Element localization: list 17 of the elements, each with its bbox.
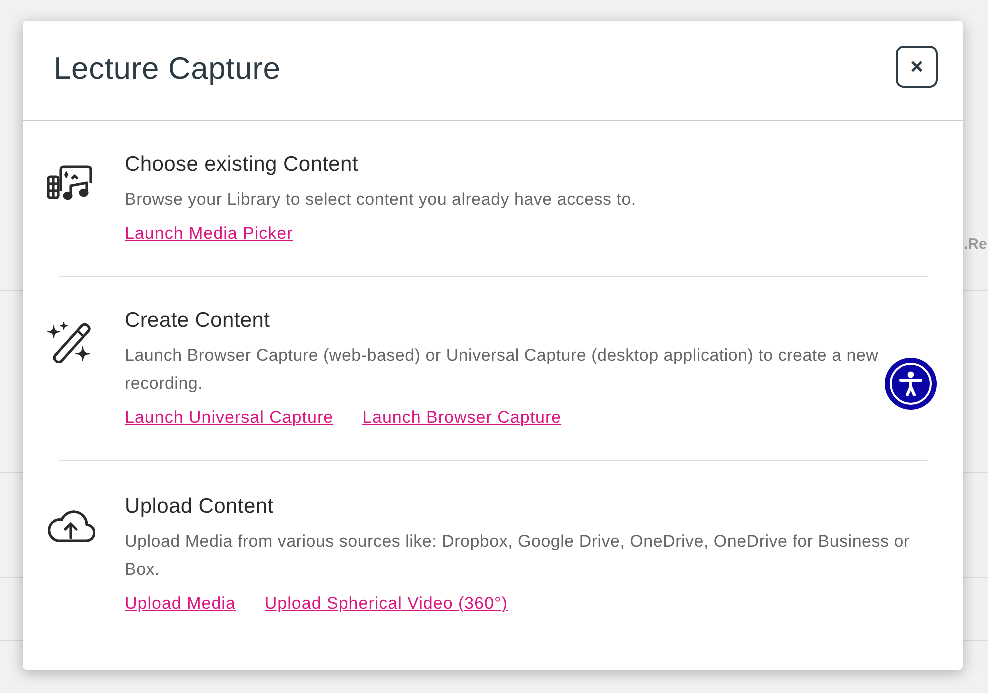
dialog-title: Lecture Capture xyxy=(54,50,281,86)
section-description: Launch Browser Capture (web-based) or Universal Capture (desktop application) to create a new recording. xyxy=(125,346,879,393)
section-link[interactable]: Launch Universal Capture xyxy=(125,404,334,432)
magic-wand-icon xyxy=(47,321,93,363)
section-title: Upload Content xyxy=(125,495,275,519)
background-text: .Re xyxy=(964,236,988,253)
section-title: Create Content xyxy=(125,309,272,333)
section-description: Upload Media from various sources like: Dropbox, Google Drive, OneDrive, OneDrive for Business or Box. xyxy=(125,532,910,579)
section-description: Browse your Library to select content you already have access to. xyxy=(125,190,636,209)
media-library-icon xyxy=(47,165,95,201)
section-link[interactable]: Launch Media Picker xyxy=(125,220,294,248)
section-link[interactable]: Upload Spherical Video (360°) xyxy=(264,590,508,618)
section-link[interactable]: Launch Browser Capture xyxy=(362,404,562,432)
close-button[interactable]: × xyxy=(896,46,938,88)
accessibility-person-icon xyxy=(889,362,933,406)
section-title: Choose existing Content xyxy=(125,153,360,177)
section-link[interactable]: Upload Media xyxy=(125,590,236,618)
